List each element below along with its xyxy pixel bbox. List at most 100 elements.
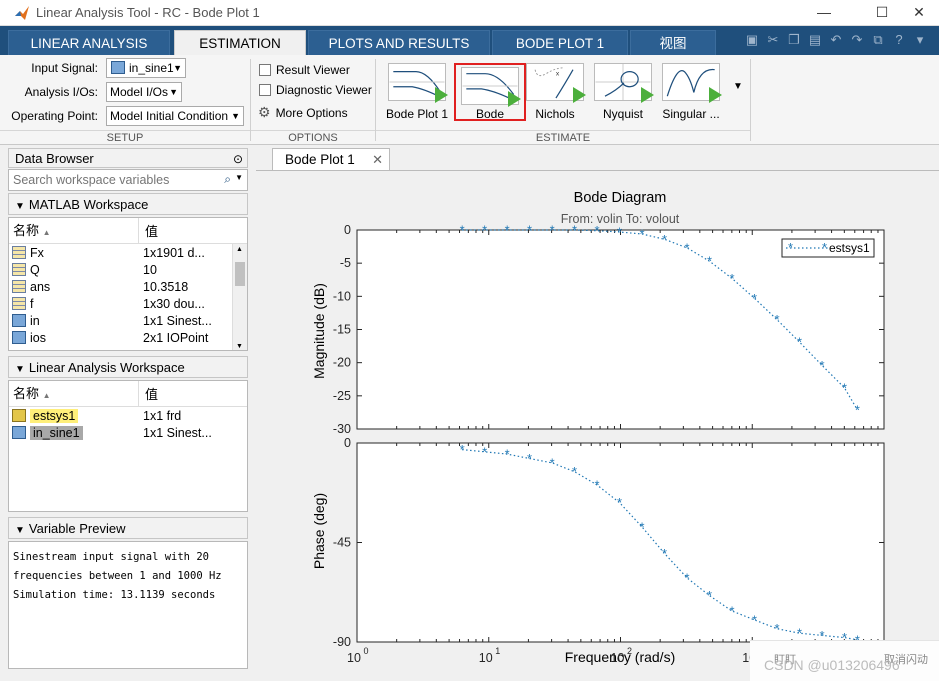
result-viewer-checkbox[interactable]: Result Viewer (259, 63, 350, 77)
panel-menu-icon[interactable]: ⊙ (233, 149, 243, 169)
ribbon: Input Signal: in_sine1 ▼ Analysis I/Os: … (0, 55, 939, 145)
cut-icon[interactable]: ✂ (763, 30, 783, 50)
table-row[interactable]: Fx 1x1901 d... (9, 244, 247, 261)
x-tick-exponent: 1 (495, 646, 500, 656)
singular-values-button[interactable]: Singular ... (658, 61, 724, 125)
scroll-up-icon[interactable]: ▲ (236, 246, 243, 253)
input-signal-dropdown[interactable]: in_sine1 ▼ (106, 58, 186, 78)
ribbon-divider (750, 59, 751, 141)
checkbox-icon (259, 64, 271, 76)
expand-icon[interactable]: ▾ (910, 30, 930, 50)
svg-text:x: x (556, 70, 560, 77)
close-icon[interactable]: ✕ (896, 0, 939, 26)
phase-y-tick-label: -45 (333, 536, 351, 550)
chevron-down-icon[interactable]: ▼ (235, 173, 243, 182)
variable-name: in_sine1 (30, 425, 83, 440)
column-header-value[interactable]: 值 (139, 384, 158, 403)
matlab-workspace-header[interactable]: ▼ MATLAB Workspace (8, 193, 248, 215)
column-header-value[interactable]: 值 (139, 221, 158, 240)
table-row[interactable]: Q 10 (9, 261, 247, 278)
switch-windows-icon[interactable]: ⧉ (868, 30, 888, 50)
data-browser-header: Data Browser ⊙ (8, 148, 248, 168)
variable-name-cell: estsys1 (9, 408, 139, 423)
close-tab-icon[interactable]: ✕ (372, 149, 383, 171)
matlab-logo-icon (14, 5, 30, 21)
chevron-down-icon: ▼ (169, 87, 178, 97)
variable-name-cell: in (9, 314, 139, 328)
phase-data-point: * (550, 455, 555, 470)
linear-workspace-header[interactable]: ▼ Linear Analysis Workspace (8, 356, 248, 378)
table-row[interactable]: in 1x1 Sinest... (9, 312, 247, 329)
search-input[interactable] (9, 170, 209, 190)
magnitude-data-point: * (819, 358, 824, 373)
phase-data-point: * (617, 495, 622, 510)
magnitude-data-point: * (707, 254, 712, 269)
legend-marker: * (788, 240, 793, 255)
redo-icon[interactable]: ↷ (847, 30, 867, 50)
magnitude-data-point: * (595, 223, 600, 238)
vertical-scrollbar[interactable]: ▲ ▼ (232, 244, 247, 350)
table-row[interactable]: estsys1 1x1 frd (9, 407, 247, 424)
column-header-name[interactable]: 名称 ▲ (9, 218, 139, 243)
bode-button[interactable]: Bode (454, 63, 526, 121)
scroll-down-icon[interactable]: ▼ (236, 343, 243, 350)
minimize-icon[interactable]: — (801, 0, 847, 26)
sort-ascending-icon: ▲ (42, 391, 51, 400)
phase-y-tick-label: -90 (333, 635, 351, 649)
collapse-triangle-icon: ▼ (15, 364, 25, 375)
magnitude-data-point: * (842, 380, 847, 395)
table-header: 名称 ▲ 值 (9, 381, 247, 407)
undo-icon[interactable]: ↶ (826, 30, 846, 50)
x-tick-exponent: 2 (627, 646, 632, 656)
table-header: 名称 ▲ 值 (9, 218, 247, 244)
notification-popup: 盯盯 取消闪动 CSDN @u013206496 (750, 640, 939, 681)
preview-line: Sinestream input signal with 20 (13, 551, 209, 563)
search-workspace-field[interactable]: ⌕ ▼ (8, 169, 248, 191)
nichols-thumbnail-icon: x (526, 63, 586, 103)
bode-plot-1-button[interactable]: Bode Plot 1 (384, 61, 450, 125)
nyquist-thumbnail-icon (594, 63, 654, 103)
linear-workspace-rows: estsys1 1x1 frd in_sine1 1x1 Sinest... (9, 407, 247, 441)
magnitude-data-point: * (685, 240, 690, 255)
magnitude-data-point: * (527, 223, 532, 238)
phase-axis-label: Phase (deg) (311, 493, 327, 569)
diagnostic-viewer-checkbox[interactable]: Diagnostic Viewer (259, 83, 372, 97)
scrollbar-thumb[interactable] (235, 262, 245, 286)
table-row[interactable]: f 1x30 dou... (9, 295, 247, 312)
tab-estimation[interactable]: ESTIMATION (174, 30, 306, 55)
magnitude-axis-label: Magnitude (dB) (311, 283, 327, 379)
table-row[interactable]: ans 10.3518 (9, 278, 247, 295)
legend-label: estsys1 (829, 241, 870, 255)
app-window: Linear Analysis Tool - RC - Bode Plot 1 … (0, 0, 939, 681)
variable-name-cell: in_sine1 (9, 425, 139, 440)
table-row[interactable]: in_sine1 1x1 Sinest... (9, 424, 247, 441)
tab-view[interactable]: 视图 (630, 30, 716, 55)
save-icon[interactable]: ▣ (742, 30, 762, 50)
more-options-label: More Options (275, 105, 348, 120)
variable-preview-body: Sinestream input signal with 20 frequenc… (8, 541, 248, 669)
analysis-ios-dropdown[interactable]: Model I/Os ▼ (106, 82, 182, 102)
search-icon[interactable]: ⌕ (224, 172, 231, 187)
nyquist-button[interactable]: Nyquist (590, 61, 656, 125)
magnitude-data-point: * (550, 223, 555, 238)
column-header-name[interactable]: 名称 ▲ (9, 381, 139, 406)
nichols-label: Nichols (535, 107, 575, 121)
operating-point-dropdown[interactable]: Model Initial Condition ▼ (106, 106, 244, 126)
more-options-button[interactable]: ⚙ More Options (258, 104, 348, 121)
nichols-button[interactable]: x Nichols (522, 61, 588, 125)
tab-plots-and-results[interactable]: PLOTS AND RESULTS (308, 30, 490, 55)
tab-linear-analysis[interactable]: LINEAR ANALYSIS (8, 30, 170, 55)
table-row[interactable]: ios 2x1 IOPoint (9, 329, 247, 346)
gear-icon: ⚙ (258, 104, 271, 120)
phase-data-point: * (640, 520, 645, 535)
input-signal-value: in_sine1 (129, 61, 174, 75)
tab-bode-plot-1[interactable]: BODE PLOT 1 (492, 30, 628, 55)
gallery-expand-icon[interactable]: ▼ (733, 81, 743, 92)
bode-plot-canvas[interactable]: Bode Diagram From: volin To: volout Freq… (256, 170, 939, 681)
paste-icon[interactable]: ▤ (805, 30, 825, 50)
collapse-triangle-icon: ▼ (15, 525, 25, 536)
copy-icon[interactable]: ❐ (784, 30, 804, 50)
document-tab-bode-plot-1[interactable]: Bode Plot 1 ✕ (272, 148, 390, 170)
variable-preview-header[interactable]: ▼ Variable Preview (8, 517, 248, 539)
help-icon[interactable]: ? (889, 30, 909, 50)
